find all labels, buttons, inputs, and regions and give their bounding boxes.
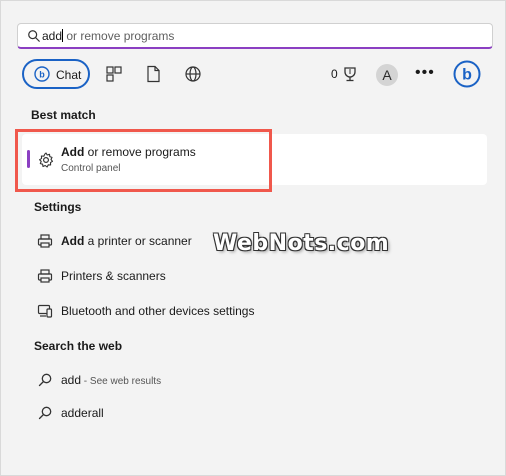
settings-item-bluetooth[interactable]: Bluetooth and other devices settings [37,302,297,320]
svg-text:b: b [39,70,45,80]
highlight-annotation [15,129,272,192]
web-result-add[interactable]: add - See web results [37,371,237,389]
watermark: WebNots.com [213,231,390,256]
chat-label: Chat [56,68,82,82]
settings-heading: Settings [34,200,82,214]
search-icon [38,406,52,420]
globe-icon[interactable] [184,65,202,83]
best-match-heading: Best match [31,108,96,122]
avatar[interactable]: A [376,64,398,86]
start-search-panel: add or remove programs b Chat 0 A ••• b … [0,0,506,476]
document-icon[interactable] [144,65,162,83]
settings-item-label: Add a printer or scanner [61,234,192,248]
more-options-button[interactable]: ••• [415,65,435,81]
settings-item-rest: Printers & scanners [61,269,166,283]
settings-item-add-printer[interactable]: Add a printer or scanner [37,232,237,250]
search-icon [28,30,40,42]
settings-item-label: Printers & scanners [61,269,166,283]
bing-icon[interactable]: b [453,60,481,88]
svg-text:b: b [462,67,472,84]
search-icon [38,373,52,387]
web-result-label: adderall [61,406,104,420]
printer-icon [37,234,53,248]
settings-item-rest: a printer or scanner [84,234,192,248]
devices-icon [37,304,53,318]
search-web-heading: Search the web [34,339,123,353]
web-result-hint: - See web results [81,376,162,387]
rewards-count: 0 [331,67,338,81]
web-result-adderall[interactable]: adderall [37,404,237,422]
web-result-label: add - See web results [61,373,161,387]
search-box[interactable]: add or remove programs [17,23,493,49]
printer-icon [37,269,53,283]
settings-item-printers-scanners[interactable]: Printers & scanners [37,267,237,285]
chat-button[interactable]: b Chat [22,59,90,89]
search-suggestion-text: or remove programs [63,29,175,43]
apps-icon[interactable] [105,65,123,83]
settings-item-rest: Bluetooth and other devices settings [61,304,255,318]
web-result-query: add [61,373,82,387]
web-result-query: adderall [61,406,104,420]
settings-item-bold: Add [61,234,85,248]
search-typed-text: add [42,29,63,43]
settings-item-label: Bluetooth and other devices settings [61,304,254,318]
bing-chat-icon: b [34,66,50,82]
search-input[interactable]: add or remove programs [42,29,174,43]
rewards-icon[interactable] [341,65,359,83]
